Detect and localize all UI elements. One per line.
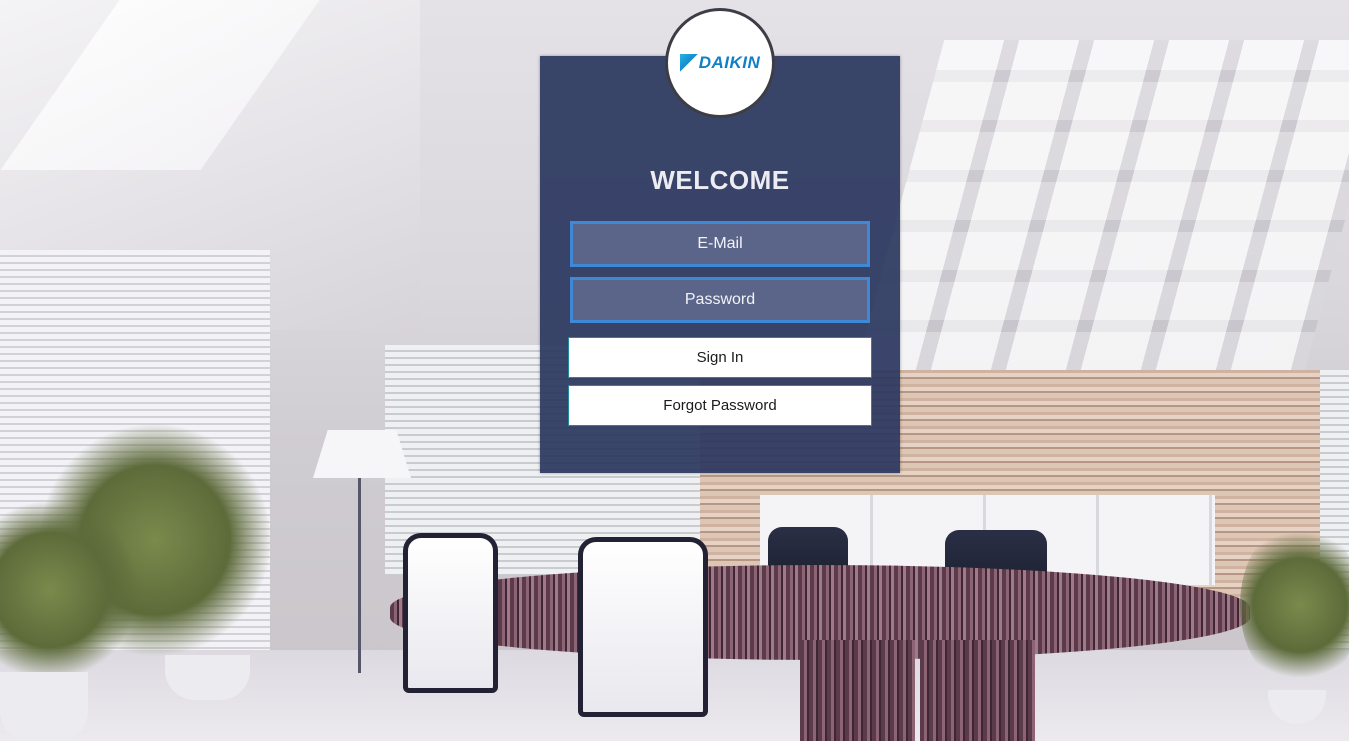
password-input[interactable] — [570, 277, 870, 323]
plant-pot — [165, 655, 250, 700]
chair-white — [578, 537, 708, 717]
table-leg — [800, 640, 915, 741]
office-background: DAIKIN WELCOME Sign In Forgot Password — [0, 0, 1349, 741]
daikin-logo: DAIKIN — [679, 53, 761, 73]
daikin-logo-icon — [679, 54, 698, 72]
table-leg — [920, 640, 1035, 741]
logo-text: DAIKIN — [698, 53, 761, 72]
plant-pot — [0, 672, 88, 741]
chair-white — [403, 533, 498, 693]
floor-lamp-shade — [313, 430, 411, 478]
plant — [1240, 520, 1349, 690]
email-input[interactable] — [570, 221, 870, 267]
sign-in-button[interactable]: Sign In — [568, 337, 872, 378]
floor-lamp-pole — [358, 478, 361, 673]
forgot-password-button[interactable]: Forgot Password — [568, 385, 872, 426]
logo-badge: DAIKIN — [665, 8, 775, 118]
welcome-heading: WELCOME — [650, 165, 790, 195]
ceiling-panels — [855, 40, 1349, 370]
